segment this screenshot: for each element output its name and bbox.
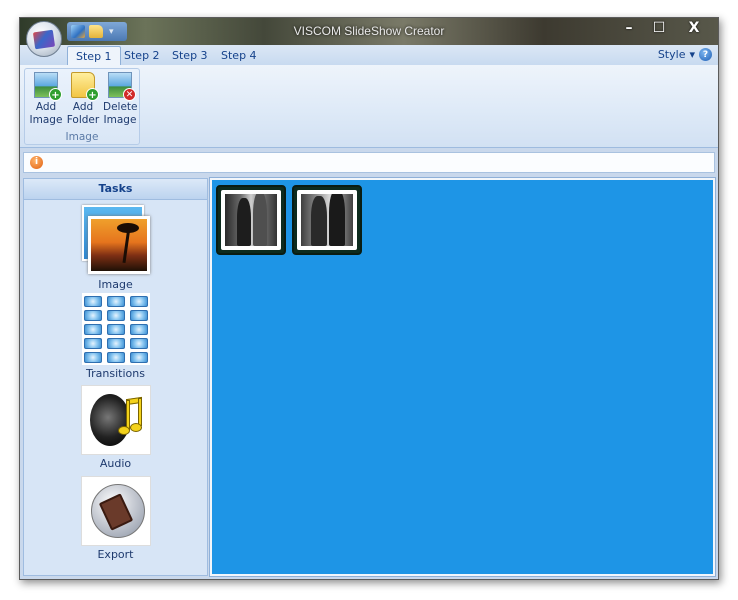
add-image-button[interactable]: + Add Image <box>29 72 63 127</box>
info-icon: i <box>30 156 43 169</box>
application-menu-button[interactable] <box>26 21 62 57</box>
export-task-icon <box>80 476 151 546</box>
add-image-label-1: Add <box>35 101 57 113</box>
task-image-label: Image <box>98 278 133 291</box>
style-menu-label: Style <box>657 48 686 61</box>
task-transitions-label: Transitions <box>86 367 145 380</box>
add-image-icon: + <box>34 72 62 101</box>
maximize-button[interactable]: ☐ <box>644 18 674 37</box>
minimize-button[interactable]: – <box>614 18 644 37</box>
tab-step-2[interactable]: Step 2 <box>116 46 168 65</box>
app-window: ▾ VISCOM SlideShow Creator – ☐ X Step 1 … <box>19 17 719 580</box>
tasks-panel: Tasks Image Transitions Audio Export <box>23 178 208 576</box>
image-task-icon <box>80 204 152 276</box>
ribbon-tabs: Step 1 Step 2 Step 3 Step 4 Style ▾ ? <box>20 45 718 65</box>
style-menu[interactable]: Style ▾ ? <box>658 48 712 61</box>
tab-step-3[interactable]: Step 3 <box>164 46 216 65</box>
audio-task-icon <box>80 385 151 455</box>
add-folder-label-2: Folder <box>66 114 100 126</box>
slideshow-canvas[interactable] <box>209 177 716 577</box>
add-folder-button[interactable]: + Add Folder <box>66 72 100 127</box>
photo-thumbnail-1[interactable] <box>216 185 286 255</box>
app-logo-icon <box>32 29 56 49</box>
delete-image-icon: ✕ <box>108 72 136 101</box>
photo-2-image <box>301 194 353 246</box>
task-transitions[interactable]: Transitions <box>24 293 207 380</box>
task-audio[interactable]: Audio <box>24 385 207 470</box>
add-image-label-2: Image <box>29 114 63 126</box>
tab-step-4[interactable]: Step 4 <box>213 46 265 65</box>
photo-thumbnail-2[interactable] <box>292 185 362 255</box>
ribbon-group-image: + Add Image + Add Folder ✕ Delete Image … <box>24 68 140 145</box>
task-export[interactable]: Export <box>24 476 207 561</box>
info-bar: i ✕ <box>23 152 718 173</box>
photo-1-image <box>225 194 277 246</box>
ribbon-group-label: Image <box>65 131 99 143</box>
delete-image-label-1: Delete <box>103 101 138 113</box>
task-export-label: Export <box>97 548 134 561</box>
add-folder-label-1: Add <box>72 101 94 113</box>
title-bar: ▾ VISCOM SlideShow Creator – ☐ X <box>20 18 718 45</box>
close-button[interactable]: X <box>674 18 714 37</box>
help-icon[interactable]: ? <box>699 48 712 61</box>
ribbon-panel: + Add Image + Add Folder ✕ Delete Image … <box>20 65 718 148</box>
tasks-header: Tasks <box>24 179 207 200</box>
chevron-down-icon: ▾ <box>689 48 695 61</box>
delete-image-button[interactable]: ✕ Delete Image <box>103 72 138 127</box>
delete-image-label-2: Image <box>103 114 137 126</box>
window-controls: – ☐ X <box>614 18 714 37</box>
close-icon[interactable]: ✕ <box>717 154 718 168</box>
transitions-task-icon <box>81 293 150 365</box>
task-image[interactable]: Image <box>24 204 207 291</box>
add-folder-icon: + <box>71 72 99 101</box>
tab-step-1[interactable]: Step 1 <box>67 46 121 65</box>
task-audio-label: Audio <box>99 457 132 470</box>
